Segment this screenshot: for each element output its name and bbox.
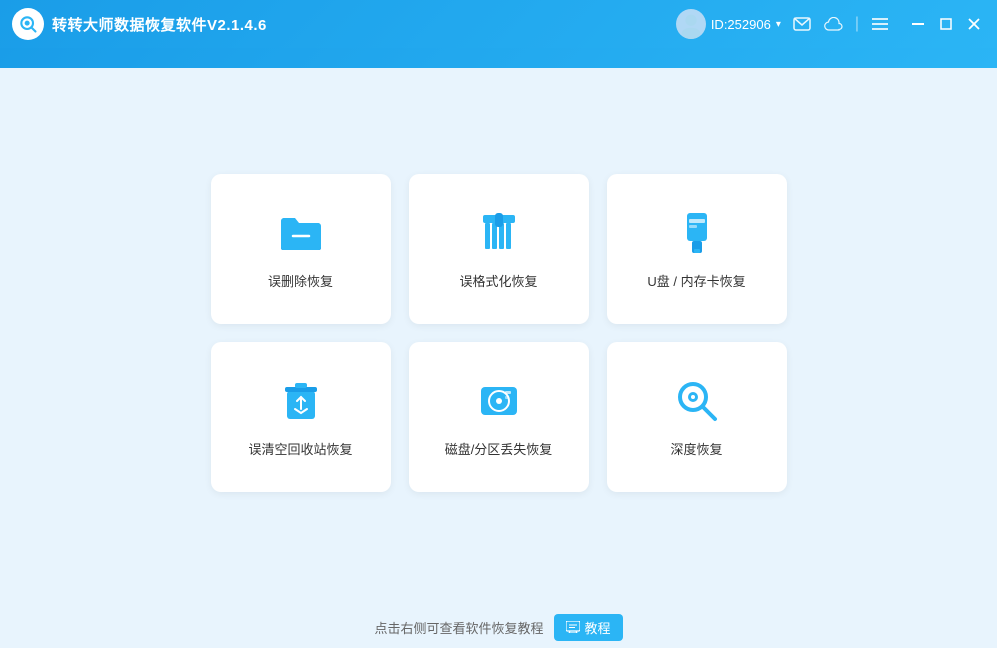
card-recycle[interactable]: 误清空回收站恢复 bbox=[211, 342, 391, 492]
minimize-button[interactable] bbox=[907, 13, 929, 35]
user-id: ID:252906 bbox=[711, 17, 771, 32]
card-label-recycle: 误清空回收站恢复 bbox=[248, 441, 352, 459]
tutorial-button[interactable]: 教程 bbox=[554, 614, 623, 641]
card-label-misdelete: 误删除恢复 bbox=[268, 273, 333, 291]
user-info[interactable]: ID:252906 ▾ bbox=[676, 9, 781, 39]
tutorial-label: 教程 bbox=[585, 618, 611, 637]
maximize-button[interactable] bbox=[935, 13, 957, 35]
title-right: ID:252906 ▾ | bbox=[676, 9, 985, 39]
title-left: 转转大师数据恢复软件V2.1.4.6 bbox=[12, 8, 267, 40]
deep-search-icon bbox=[671, 375, 723, 427]
card-label-misformat: 误格式化恢复 bbox=[459, 273, 537, 291]
card-deep[interactable]: 深度恢复 bbox=[607, 342, 787, 492]
usb-icon bbox=[671, 207, 723, 259]
window-controls bbox=[907, 13, 985, 35]
app-title: 转转大师数据恢复软件V2.1.4.6 bbox=[52, 14, 267, 35]
bottom-bar: 点击右侧可查看软件恢复教程 教程 bbox=[0, 606, 997, 648]
close-button[interactable] bbox=[963, 13, 985, 35]
title-bar: 转转大师数据恢复软件V2.1.4.6 ID:252906 ▾ bbox=[0, 0, 997, 48]
sub-banner bbox=[0, 48, 997, 68]
mail-icon[interactable] bbox=[791, 13, 813, 35]
disk-icon bbox=[473, 375, 525, 427]
card-partition[interactable]: 磁盘/分区丢失恢复 bbox=[409, 342, 589, 492]
card-usb[interactable]: U盘 / 内存卡恢复 bbox=[607, 174, 787, 324]
cloud-icon[interactable] bbox=[823, 13, 845, 35]
separator: | bbox=[855, 15, 859, 33]
trash-icon bbox=[275, 375, 327, 427]
brush-icon bbox=[473, 207, 525, 259]
menu-icon[interactable] bbox=[869, 13, 891, 35]
app-logo bbox=[12, 8, 44, 40]
main-content: 误删除恢复 误格式化恢复 bbox=[0, 68, 997, 648]
card-label-usb: U盘 / 内存卡恢复 bbox=[647, 273, 745, 291]
bottom-text: 点击右侧可查看软件恢复教程 bbox=[374, 618, 543, 637]
card-misformat[interactable]: 误格式化恢复 bbox=[409, 174, 589, 324]
card-label-deep: 深度恢复 bbox=[670, 441, 722, 459]
card-label-partition: 磁盘/分区丢失恢复 bbox=[445, 441, 553, 459]
card-misdelete[interactable]: 误删除恢复 bbox=[211, 174, 391, 324]
card-grid: 误删除恢复 误格式化恢复 bbox=[211, 174, 787, 492]
user-avatar bbox=[676, 9, 706, 39]
title-icons: | bbox=[791, 13, 891, 35]
chevron-down-icon: ▾ bbox=[776, 19, 781, 30]
folder-icon bbox=[275, 207, 327, 259]
